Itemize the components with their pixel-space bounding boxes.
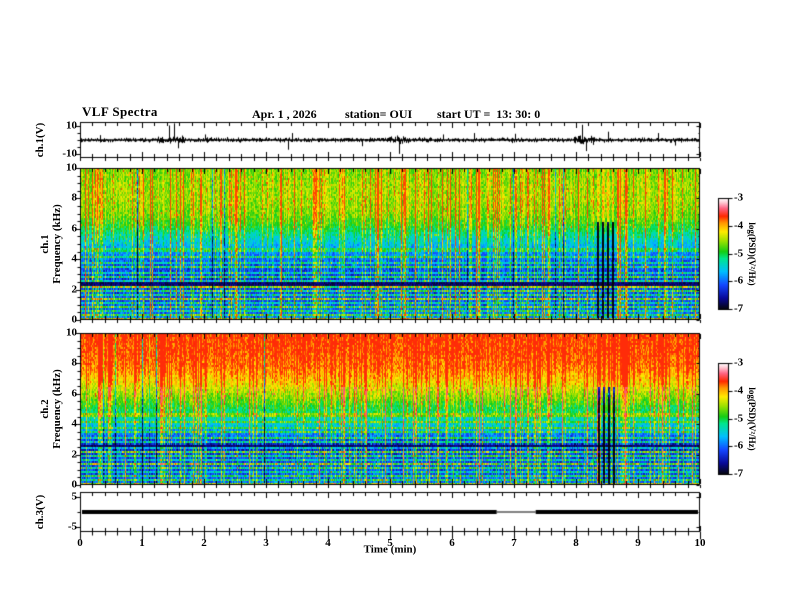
date-label: Apr. 1 , 2026 xyxy=(252,107,317,121)
x-tick-label: 3 xyxy=(263,537,269,549)
y-tick-label: 4 xyxy=(71,252,78,265)
ch1-frequency-axis-label: ch.1 Frequency (kHz) xyxy=(39,204,63,284)
y-tick-label: -5 xyxy=(67,520,77,533)
y-tick-label: 6 xyxy=(71,387,78,400)
x-tick-label: 0 xyxy=(77,537,83,549)
ch1-frequency-axis-line2: Frequency (kHz) xyxy=(51,204,63,284)
plot-canvas xyxy=(0,0,792,612)
station-label: station= OUI xyxy=(345,107,413,121)
x-tick-label: 2 xyxy=(201,537,207,549)
start-ut-label: start UT = 13: 30: 0 xyxy=(437,107,541,121)
y-tick-label: 0 xyxy=(71,313,78,326)
x-tick-label: 10 xyxy=(694,537,706,549)
colorbar-tick-label: -3 xyxy=(734,191,744,204)
y-tick-label: 2 xyxy=(71,283,78,296)
figure-title: VLF Spectra xyxy=(82,104,158,119)
colorbar-tick-label: -6 xyxy=(734,274,744,287)
colorbar-tick-label: -7 xyxy=(734,302,744,315)
y-tick-label: -10 xyxy=(62,147,77,160)
y-tick-label: 5 xyxy=(71,490,78,503)
colorbar-tick-label: -5 xyxy=(734,247,744,259)
y-tick-label: 8 xyxy=(71,191,78,204)
y-tick-label: 10 xyxy=(66,161,77,174)
ch2-frequency-axis-line1: ch.2 xyxy=(39,399,51,419)
y-tick-label: 0 xyxy=(71,478,78,491)
x-tick-label: 5 xyxy=(387,537,393,549)
colorbar-tick-label: -3 xyxy=(734,356,744,369)
y-tick-label: 4 xyxy=(71,417,78,430)
colorbar-tick-label: -4 xyxy=(734,384,744,397)
ch1-frequency-axis-line1: ch.1 xyxy=(39,234,51,254)
ch2-frequency-axis-label: ch.2 Frequency (kHz) xyxy=(39,369,63,449)
x-tick-label: 8 xyxy=(573,537,579,549)
y-tick-label: 2 xyxy=(71,448,78,461)
x-tick-label: 1 xyxy=(139,537,145,549)
y-tick-label: 6 xyxy=(71,222,78,235)
ch2-frequency-axis-line2: Frequency (kHz) xyxy=(51,369,63,449)
ch1-voltage-axis-label: ch.1(V) xyxy=(34,122,46,158)
colorbar-tick-label: -4 xyxy=(734,219,744,232)
x-tick-label: 4 xyxy=(325,537,331,549)
y-tick-label: 10 xyxy=(66,119,77,132)
colorbar-label-ch1: log(PSD)(V²/Hz) xyxy=(747,222,757,286)
y-tick-label: 10 xyxy=(66,326,77,339)
x-tick-label: 6 xyxy=(449,537,455,549)
vlf-spectra-figure: VLF Spectra Apr. 1 , 2026 station= OUI s… xyxy=(0,0,792,612)
x-tick-label: 7 xyxy=(511,537,517,549)
x-tick-label: 9 xyxy=(635,537,641,549)
colorbar-tick-label: -6 xyxy=(734,439,744,452)
colorbar-label-ch2: log(PSD)(V²/Hz) xyxy=(747,387,757,451)
colorbar-tick-label: -7 xyxy=(734,467,744,480)
colorbar-tick-label: -5 xyxy=(734,412,744,424)
ch3-voltage-axis-label: ch.3(V) xyxy=(34,494,46,530)
y-tick-label: 8 xyxy=(71,356,78,369)
